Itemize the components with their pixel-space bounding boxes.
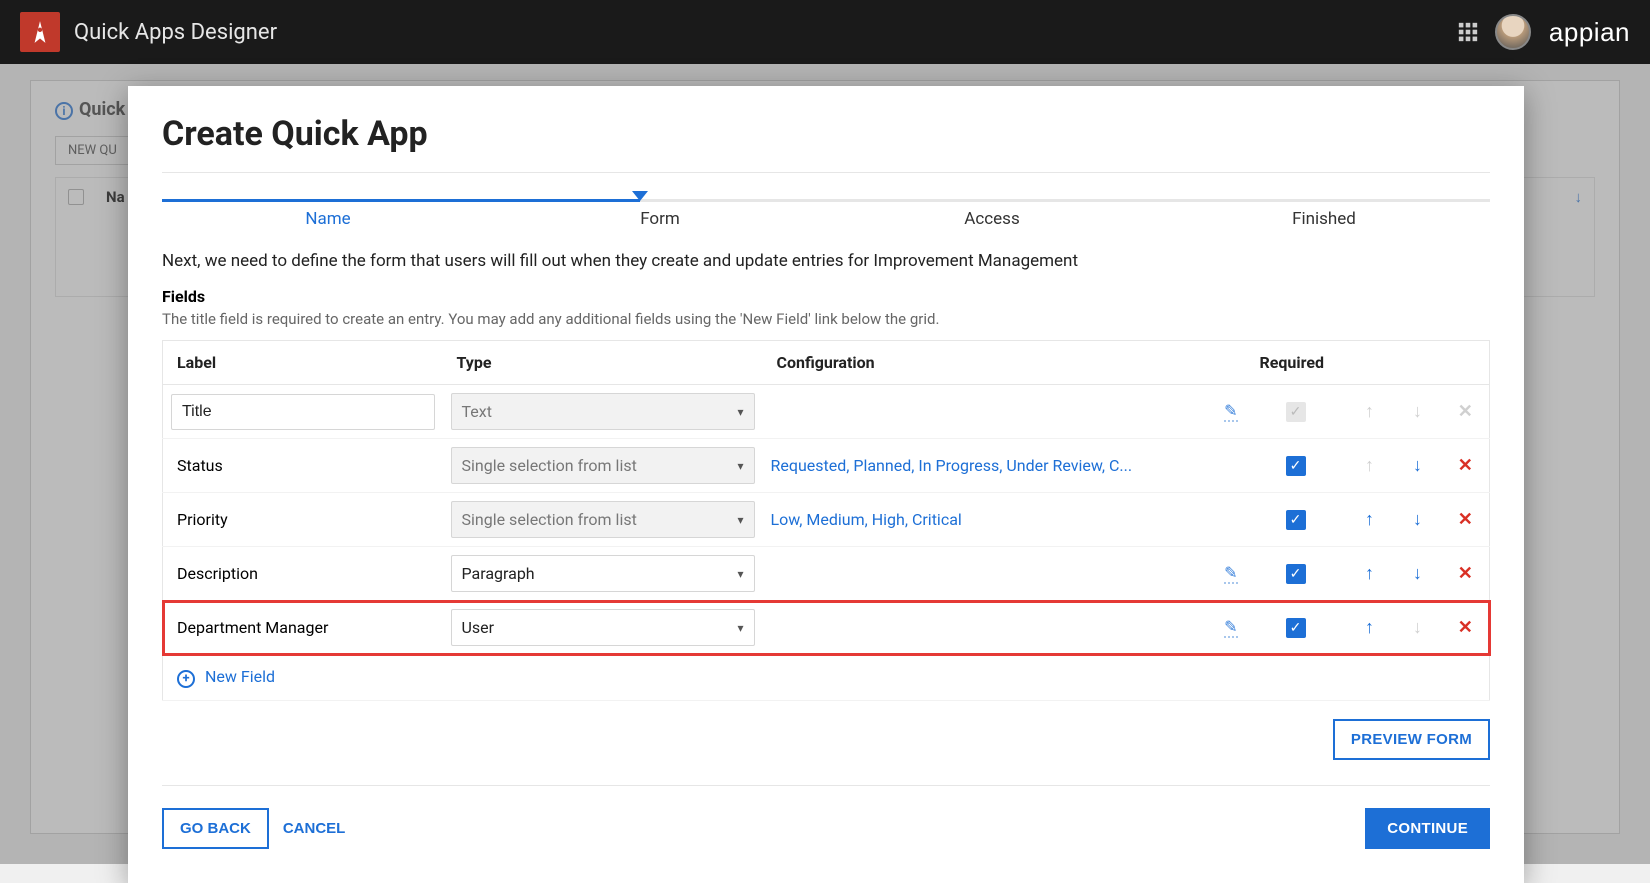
wizard-step-form[interactable]: Form bbox=[494, 209, 826, 229]
move-down-icon[interactable]: ↓ bbox=[1413, 455, 1422, 476]
table-row: Department Manager User▾ ✎ ✓ ↑ ↓ ✕ bbox=[163, 601, 1490, 655]
go-back-button[interactable]: GO BACK bbox=[162, 808, 269, 849]
field-type-select[interactable]: Paragraph▾ bbox=[451, 555, 755, 592]
field-label-text: Priority bbox=[171, 510, 228, 529]
field-label-text: Description bbox=[171, 564, 258, 583]
required-checkbox[interactable]: ✓ bbox=[1286, 510, 1306, 530]
field-type-select[interactable]: User▾ bbox=[451, 609, 755, 646]
wizard-step-name[interactable]: Name bbox=[162, 209, 494, 229]
col-type: Type bbox=[443, 341, 763, 385]
pencil-icon[interactable]: ✎ bbox=[1224, 617, 1237, 638]
delete-icon[interactable]: ✕ bbox=[1458, 617, 1473, 638]
brand-title: Quick Apps Designer bbox=[74, 20, 277, 45]
move-up-icon: ↑ bbox=[1365, 401, 1374, 422]
continue-button[interactable]: CONTINUE bbox=[1365, 808, 1490, 849]
plus-icon: + bbox=[177, 670, 195, 688]
vendor-wordmark: appian bbox=[1549, 17, 1630, 48]
chevron-down-icon: ▾ bbox=[737, 405, 743, 419]
create-quick-app-modal: Create Quick App Name Form Access Finish… bbox=[128, 86, 1524, 883]
move-down-icon: ↓ bbox=[1413, 617, 1422, 638]
move-up-icon[interactable]: ↑ bbox=[1365, 563, 1374, 584]
delete-icon: ✕ bbox=[1458, 401, 1473, 422]
col-config: Configuration bbox=[763, 341, 1246, 385]
modal-title: Create Quick App bbox=[162, 114, 1490, 154]
brand-logo bbox=[20, 12, 60, 52]
move-down-icon[interactable]: ↓ bbox=[1413, 563, 1422, 584]
field-type-select: Single selection from list▾ bbox=[451, 447, 755, 484]
modal-footer: GO BACK CANCEL CONTINUE bbox=[162, 785, 1490, 849]
required-checkbox: ✓ bbox=[1286, 402, 1306, 422]
fields-help: The title field is required to create an… bbox=[162, 310, 1490, 328]
top-bar: Quick Apps Designer appian bbox=[0, 0, 1650, 64]
field-type-select: Single selection from list▾ bbox=[451, 501, 755, 538]
wizard-step-finished[interactable]: Finished bbox=[1158, 209, 1490, 229]
col-required: Required bbox=[1246, 341, 1346, 385]
required-checkbox[interactable]: ✓ bbox=[1286, 564, 1306, 584]
required-checkbox[interactable]: ✓ bbox=[1286, 618, 1306, 638]
table-row: Priority Single selection from list▾ Low, … bbox=[163, 493, 1490, 547]
pencil-icon[interactable]: ✎ bbox=[1224, 563, 1237, 584]
move-up-icon[interactable]: ↑ bbox=[1365, 509, 1374, 530]
field-type-select: Text▾ bbox=[451, 393, 755, 430]
required-checkbox[interactable]: ✓ bbox=[1286, 456, 1306, 476]
fields-table: Label Type Configuration Required Text▾ ✎… bbox=[162, 340, 1490, 701]
wizard-stepper: Name Form Access Finished bbox=[162, 195, 1490, 239]
apps-grid-icon[interactable] bbox=[1457, 21, 1479, 43]
chevron-down-icon: ▾ bbox=[737, 567, 743, 581]
wizard-step-access[interactable]: Access bbox=[826, 209, 1158, 229]
delete-icon[interactable]: ✕ bbox=[1458, 563, 1473, 584]
table-row: Status Single selection from list▾ Request… bbox=[163, 439, 1490, 493]
col-label: Label bbox=[163, 341, 443, 385]
field-config-link[interactable]: Requested, Planned, In Progress, Under R… bbox=[771, 456, 1133, 475]
move-up-icon: ↑ bbox=[1365, 455, 1374, 476]
move-up-icon[interactable]: ↑ bbox=[1365, 617, 1374, 638]
field-config-link[interactable]: Low, Medium, High, Critical bbox=[771, 510, 962, 529]
delete-icon[interactable]: ✕ bbox=[1458, 455, 1473, 476]
chevron-down-icon: ▾ bbox=[737, 621, 743, 635]
pencil-icon[interactable]: ✎ bbox=[1224, 401, 1237, 422]
preview-form-button[interactable]: PREVIEW FORM bbox=[1333, 719, 1490, 760]
chevron-down-icon: ▾ bbox=[737, 513, 743, 527]
table-row: Text▾ ✎ ✓ ↑ ↓ ✕ bbox=[163, 385, 1490, 439]
fields-heading: Fields bbox=[162, 287, 1490, 306]
compass-icon bbox=[27, 19, 53, 45]
form-instruction: Next, we need to define the form that us… bbox=[162, 251, 1490, 271]
new-field-link[interactable]: + New Field bbox=[177, 667, 275, 686]
cancel-button[interactable]: CANCEL bbox=[283, 820, 346, 837]
move-down-icon: ↓ bbox=[1413, 401, 1422, 422]
table-row: Description Paragraph▾ ✎ ✓ ↑ ↓ ✕ bbox=[163, 547, 1490, 601]
new-field-row: + New Field bbox=[163, 655, 1490, 701]
field-label-text: Department Manager bbox=[171, 618, 328, 637]
field-label-text: Status bbox=[171, 456, 223, 475]
avatar[interactable] bbox=[1495, 14, 1531, 50]
field-label-input[interactable] bbox=[171, 394, 435, 430]
move-down-icon[interactable]: ↓ bbox=[1413, 509, 1422, 530]
delete-icon[interactable]: ✕ bbox=[1458, 509, 1473, 530]
chevron-down-icon: ▾ bbox=[737, 459, 743, 473]
